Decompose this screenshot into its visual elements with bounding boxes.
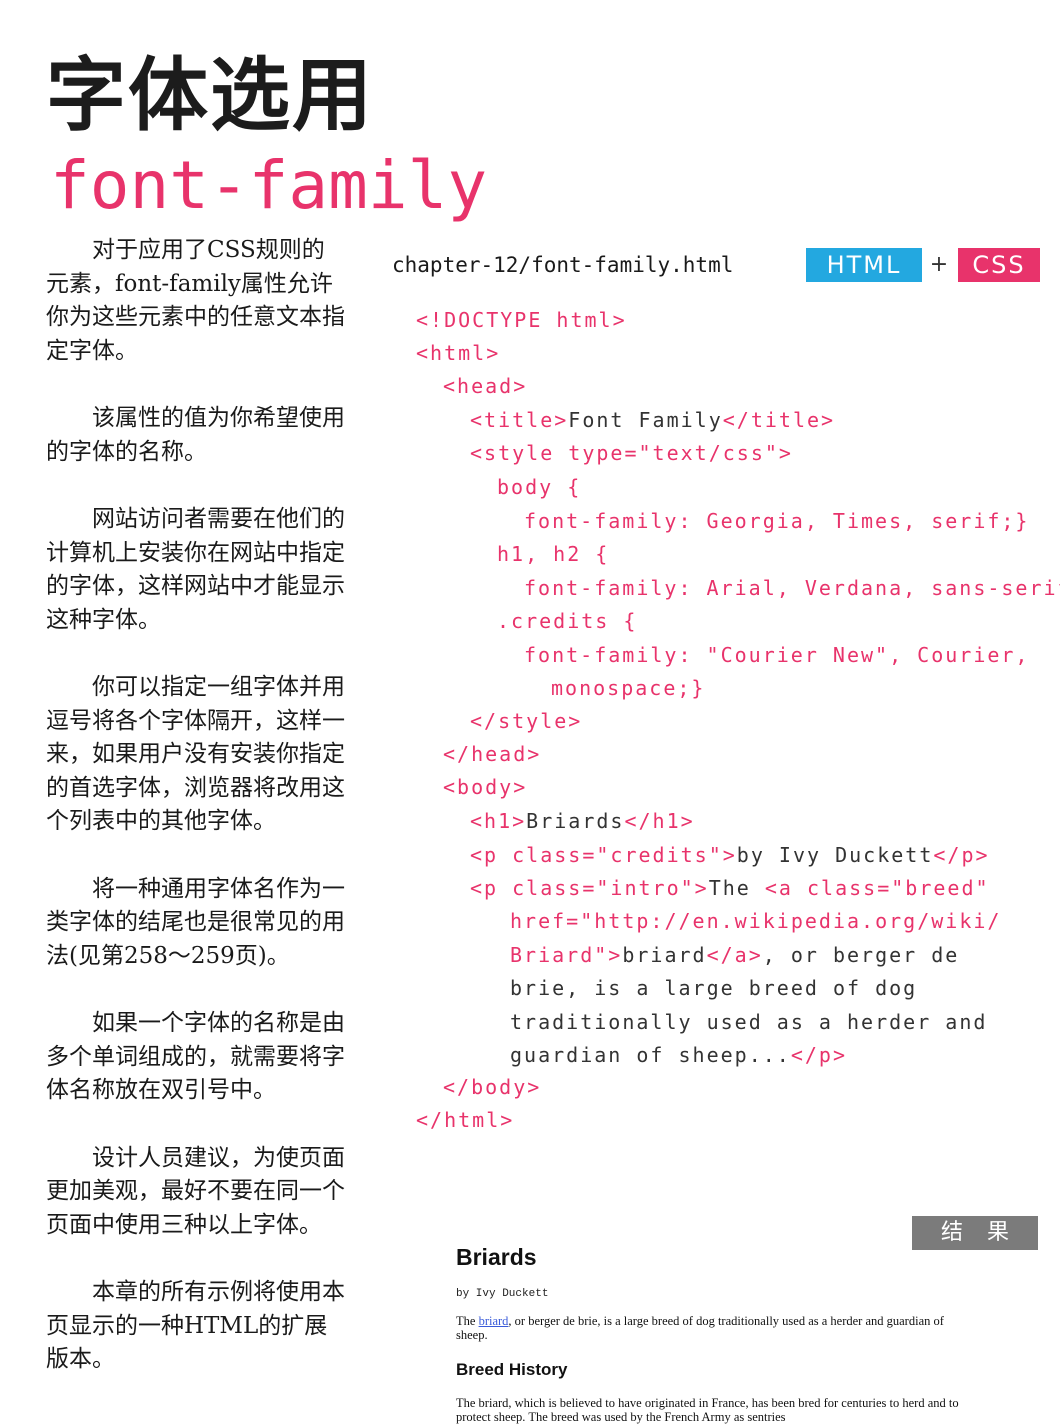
code-markup: </a> — [706, 943, 763, 967]
code-markup: <h1> — [470, 809, 527, 833]
code-markup: font-family: "Courier New", Courier, — [524, 643, 1030, 667]
code-text: Briards — [526, 809, 625, 833]
code-markup: font-family: Georgia, Times, serif;} — [524, 509, 1030, 533]
code-line: <head> — [443, 371, 527, 401]
code-text: by Ivy Duckett — [736, 843, 934, 867]
code-line: <style type="text/css"> — [470, 438, 793, 468]
code-markup: </p> — [790, 1043, 847, 1067]
code-line: <html> — [416, 338, 500, 368]
code-line: traditionally used as a herder and — [510, 1007, 987, 1037]
explanation-paragraph: 本章的所有示例将使用本页显示的一种HTML的扩展版本。 — [46, 1279, 345, 1372]
code-line: </body> — [443, 1072, 541, 1102]
code-markup: <html> — [416, 341, 501, 365]
result-credits: by Ivy Duckett — [456, 1288, 549, 1300]
code-markup: monospace;} — [551, 676, 706, 700]
explanation-paragraph: 将一种通用字体名作为一类字体的结尾也是很常见的用法(见第258～259页)。 — [46, 875, 345, 969]
code-markup: </body> — [443, 1075, 542, 1099]
code-text: brie, is a large breed of dog — [510, 976, 918, 1000]
plus-sign: + — [929, 252, 949, 277]
code-markup: <style type="text/css"> — [470, 441, 793, 465]
code-line: body { — [497, 472, 581, 502]
code-line: <h1>Briards</h1> — [470, 806, 695, 836]
result-history: The briard, which is believed to have or… — [456, 1396, 959, 1424]
code-markup: body { — [497, 475, 582, 499]
code-markup: </h1> — [624, 809, 695, 833]
code-line: brie, is a large breed of dog — [510, 973, 917, 1003]
code-markup: <title> — [470, 408, 569, 432]
code-text: guardian of sheep... — [510, 1043, 791, 1067]
code-line: font-family: "Courier New", Courier, — [524, 640, 1029, 670]
explanation-paragraph: 对于应用了CSS规则的元素，font-family属性允许你为这些元素中的任意文… — [46, 237, 345, 364]
code-markup: <p class="credits"> — [470, 843, 737, 867]
explanation-paragraph: 如果一个字体的名称是由多个单词组成的，就需要将字体名称放在双引号中。 — [46, 1010, 345, 1103]
intro-text: , or berger de brie, is a large breed of… — [456, 1314, 944, 1342]
explanation-paragraph: 网站访问者需要在他们的计算机上安装你在网站中指定的字体，这样网站中才能显示这种字… — [46, 506, 345, 633]
code-line: .credits { — [497, 606, 637, 636]
code-line: <p class="intro">The <a class="breed" — [470, 873, 990, 903]
code-markup: Briard"> — [510, 943, 623, 967]
code-text: Font Family — [568, 408, 723, 432]
code-markup: h1, h2 { — [497, 542, 610, 566]
code-markup: .credits { — [497, 609, 638, 633]
code-markup: font-family: Arial, Verdana, sans-serif;… — [524, 576, 1060, 600]
code-text: The — [708, 876, 765, 900]
code-line: <body> — [443, 772, 527, 802]
code-line: font-family: Georgia, Times, serif;} — [524, 506, 1029, 536]
example-filename: chapter-12/font-family.html — [392, 253, 734, 277]
page-subtitle: font-family — [50, 147, 488, 224]
code-markup: </style> — [470, 709, 583, 733]
code-line: Briard">briard</a>, or berger de — [510, 940, 959, 970]
code-line: href="http://en.wikipedia.org/wiki/ — [510, 906, 1001, 936]
code-line: guardian of sheep...</p> — [510, 1040, 847, 1070]
code-text: , or berger de — [762, 943, 960, 967]
code-markup: </title> — [722, 408, 836, 432]
code-line: monospace;} — [551, 673, 705, 703]
code-line: <!DOCTYPE html> — [416, 305, 627, 335]
explanation-paragraph: 该属性的值为你希望使用的字体的名称。 — [46, 405, 345, 465]
code-markup: <body> — [443, 775, 528, 799]
code-markup: href="http://en.wikipedia.org/wiki/ — [510, 909, 1002, 933]
code-markup: </head> — [443, 742, 542, 766]
explanation-column: 对于应用了CSS规则的元素，font-family属性允许你为这些元素中的任意文… — [46, 234, 346, 1411]
css-badge: CSS — [958, 248, 1040, 282]
code-line: </head> — [443, 739, 541, 769]
code-markup: <p class="intro"> — [470, 876, 709, 900]
code-line: </html> — [416, 1105, 514, 1135]
code-markup: </html> — [416, 1108, 515, 1132]
page-title: 字体选用 — [46, 49, 374, 142]
code-line: font-family: Arial, Verdana, sans-serif;… — [524, 573, 1060, 603]
result-intro: The briard, or berger de brie, is a larg… — [456, 1314, 956, 1342]
intro-text: The — [456, 1314, 479, 1328]
breed-link[interactable]: briard — [479, 1314, 509, 1328]
explanation-paragraph: 设计人员建议，为使页面更加美观，最好不要在同一个页面中使用三种以上字体。 — [46, 1144, 345, 1238]
code-markup: </p> — [933, 843, 990, 867]
code-line: <p class="credits">by Ivy Duckett</p> — [470, 840, 990, 870]
result-badge: 结果 — [912, 1216, 1038, 1250]
code-text: traditionally used as a herder and — [510, 1010, 988, 1034]
code-markup: <head> — [443, 374, 528, 398]
result-subheading: Breed History — [456, 1360, 568, 1379]
result-heading: Briards — [456, 1244, 537, 1270]
html-badge: HTML — [806, 248, 922, 282]
code-text: briard — [622, 943, 707, 967]
code-markup: <!DOCTYPE html> — [416, 308, 627, 332]
code-line: <title>Font Family</title> — [470, 405, 835, 435]
explanation-paragraph: 你可以指定一组字体并用逗号将各个字体隔开，这样一来，如果用户没有安装你指定的首选… — [46, 674, 345, 834]
code-markup: <a class="breed" — [764, 876, 990, 900]
code-line: h1, h2 { — [497, 539, 609, 569]
code-line: </style> — [470, 706, 582, 736]
